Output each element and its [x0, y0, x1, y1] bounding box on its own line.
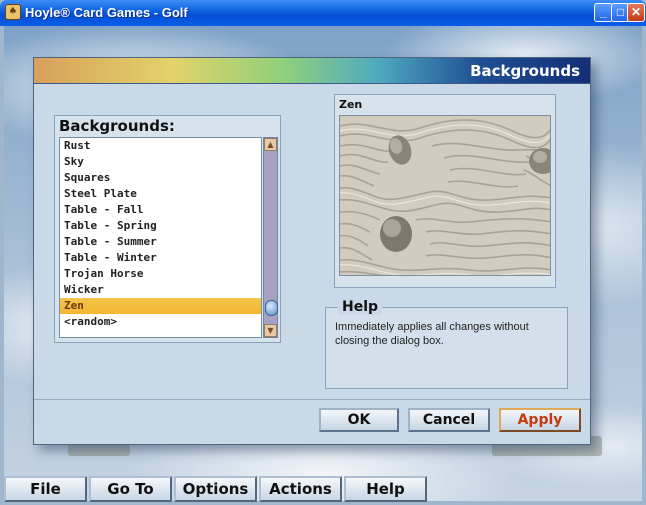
dialog-title: Backgrounds [470, 62, 580, 80]
actions-menu-button[interactable]: Actions [259, 476, 342, 502]
list-item[interactable]: Trojan Horse [60, 266, 261, 282]
list-item[interactable]: Steel Plate [60, 186, 261, 202]
help-text: Immediately applies all changes without … [335, 321, 529, 347]
apply-button[interactable]: Apply [499, 408, 581, 432]
file-menu-button[interactable]: File [4, 476, 87, 502]
list-item[interactable]: Table - Winter [60, 250, 261, 266]
backgrounds-dialog: Backgrounds Backgrounds: Rust Sky Squares S… [33, 57, 591, 445]
title-bar[interactable]: ♠ Hoyle® Card Games - Golf _ □ ✕ [0, 0, 646, 26]
list-item[interactable]: Sky [60, 154, 261, 170]
preview-panel: Zen [334, 94, 556, 288]
help-panel: Help Immediately applies all changes wit… [325, 299, 568, 389]
bottom-menu-bar: File Go To Options Actions Help [0, 476, 646, 505]
list-item[interactable]: Squares [60, 170, 261, 186]
help-label: Help [338, 299, 383, 315]
list-item[interactable]: Zen [60, 298, 261, 314]
scroll-up-arrow-icon[interactable]: ▲ [264, 138, 277, 151]
app-icon[interactable]: ♠ [5, 4, 21, 20]
list-item[interactable]: Table - Fall [60, 202, 261, 218]
scroll-track[interactable] [265, 152, 278, 323]
backgrounds-list-label: Backgrounds: [59, 117, 175, 135]
list-item[interactable]: Wicker [60, 282, 261, 298]
backgrounds-list-panel: Backgrounds: Rust Sky Squares Steel Plate Ta… [54, 115, 281, 343]
backgrounds-listbox[interactable]: Rust Sky Squares Steel Plate Table - Fall Tab… [59, 137, 262, 338]
options-menu-button[interactable]: Options [174, 476, 257, 502]
close-button[interactable]: ✕ [627, 3, 645, 22]
dialog-divider [34, 399, 590, 400]
list-scrollbar[interactable]: ▲ ▼ [263, 137, 278, 338]
scroll-down-arrow-icon[interactable]: ▼ [264, 324, 277, 337]
list-item[interactable]: <random> [60, 314, 261, 330]
goto-menu-button[interactable]: Go To [89, 476, 172, 502]
zen-preview-image [339, 115, 551, 276]
dialog-header: Backgrounds [34, 58, 590, 84]
list-item[interactable]: Rust [60, 138, 261, 154]
ok-button[interactable]: OK [319, 408, 399, 432]
cancel-button[interactable]: Cancel [408, 408, 490, 432]
preview-label: Zen [339, 98, 363, 111]
scroll-thumb[interactable] [265, 300, 278, 316]
zen-sand-garden-image [340, 116, 550, 275]
list-item[interactable]: Table - Spring [60, 218, 261, 234]
window-title: Hoyle® Card Games - Golf [25, 5, 188, 20]
help-menu-button[interactable]: Help [344, 476, 427, 502]
list-item[interactable]: Table - Summer [60, 234, 261, 250]
